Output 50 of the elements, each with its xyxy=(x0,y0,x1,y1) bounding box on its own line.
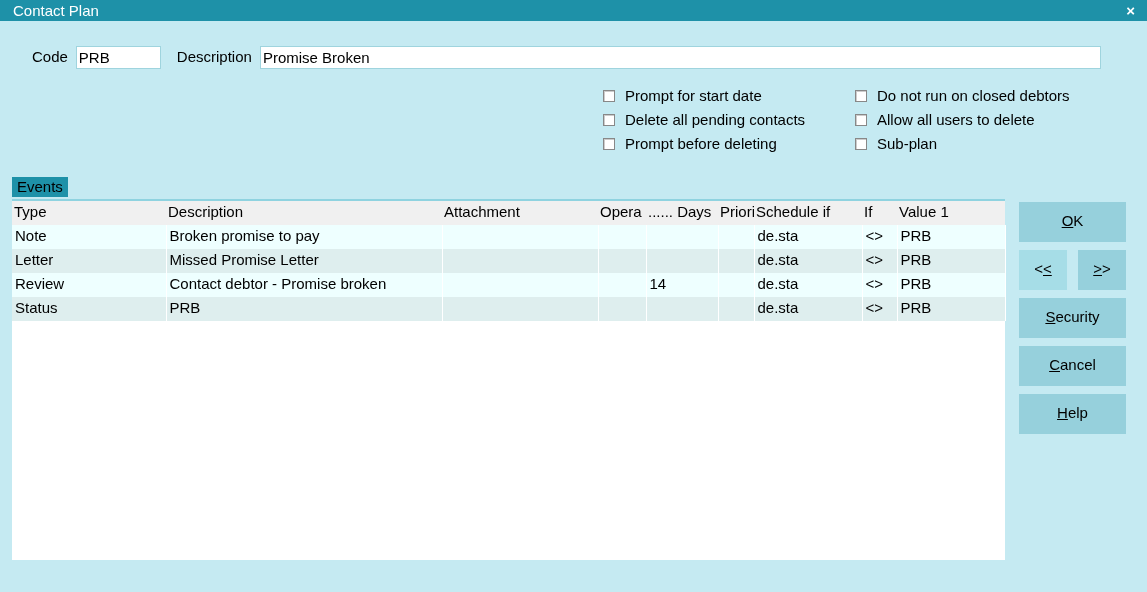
column-header: Value 1 xyxy=(897,200,1005,225)
option-label: Do not run on closed debtors xyxy=(877,85,1070,106)
table-cell: Letter xyxy=(12,248,166,273)
column-header: ...... Days xyxy=(646,200,718,225)
push-button[interactable]: << xyxy=(1019,249,1067,290)
push-button[interactable]: Cancel xyxy=(1019,345,1126,386)
table-cell: Missed Promise Letter xyxy=(166,248,442,273)
table-cell: de.sta xyxy=(754,224,862,249)
code-field[interactable]: PRB xyxy=(75,46,161,69)
description-label: Description xyxy=(176,47,252,68)
option-label: Delete all pending contacts xyxy=(625,109,806,130)
table-cell: Note xyxy=(12,224,166,249)
push-button[interactable]: OK xyxy=(1019,201,1126,242)
table-cell: PRB xyxy=(897,272,1005,297)
table-cell: PRB xyxy=(897,224,1005,249)
window-title: Contact Plan xyxy=(13,1,99,21)
table-cell: de.sta xyxy=(754,248,862,273)
checkbox[interactable] xyxy=(855,114,867,126)
table-cell: de.sta xyxy=(754,272,862,297)
checkbox[interactable] xyxy=(603,138,615,150)
description-field[interactable]: Promise Broken xyxy=(259,46,1101,69)
column-header: Schedule if xyxy=(754,200,862,225)
events-tab[interactable]: Events xyxy=(12,177,68,197)
table-cell: Broken promise to pay xyxy=(166,224,442,249)
option-label: Sub-plan xyxy=(877,133,938,154)
table-cell: Status xyxy=(12,296,166,321)
column-header: Attachment xyxy=(442,200,598,225)
column-header: If xyxy=(862,200,897,225)
push-button[interactable]: >> xyxy=(1078,249,1126,290)
close-button[interactable]: × xyxy=(1122,0,1139,21)
checkbox[interactable] xyxy=(855,90,867,102)
push-button[interactable]: Help xyxy=(1019,393,1126,434)
table-cell: Contact debtor - Promise broken xyxy=(166,272,442,297)
column-header: Priori xyxy=(718,200,754,225)
table-cell: de.sta xyxy=(754,296,862,321)
checkbox[interactable] xyxy=(603,114,615,126)
option-label: Prompt before deleting xyxy=(625,133,777,154)
table-cell: Review xyxy=(12,272,166,297)
table-cell: PRB xyxy=(166,296,442,321)
checkbox[interactable] xyxy=(603,90,615,102)
checkbox[interactable] xyxy=(855,138,867,150)
table-cell: PRB xyxy=(897,248,1005,273)
table-cell: PRB xyxy=(897,296,1005,321)
option-label: Prompt for start date xyxy=(625,85,762,106)
column-header: Opera xyxy=(598,200,646,225)
column-header: Description xyxy=(166,200,442,225)
code-label: Code xyxy=(32,47,68,68)
column-header: Type xyxy=(12,200,166,225)
push-button[interactable]: Security xyxy=(1019,297,1126,338)
option-label: Allow all users to delete xyxy=(877,109,1035,130)
